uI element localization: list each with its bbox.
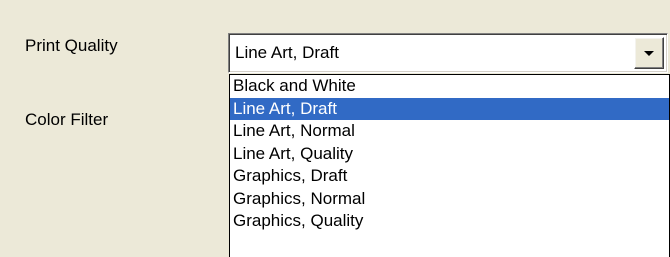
dropdown-option-black-and-white[interactable]: Black and White	[230, 75, 669, 98]
dropdown-option-line-art-draft[interactable]: Line Art, Draft	[230, 97, 669, 120]
dropdown-option-line-art-quality[interactable]: Line Art, Quality	[230, 143, 669, 166]
dropdown-button[interactable]	[634, 37, 664, 69]
dropdown-option-graphics-draft[interactable]: Graphics, Draft	[230, 165, 669, 188]
chevron-down-icon	[644, 51, 654, 56]
dropdown-option-graphics-normal[interactable]: Graphics, Normal	[230, 188, 669, 211]
dropdown-option-line-art-normal[interactable]: Line Art, Normal	[230, 120, 669, 143]
color-filter-label: Color Filter	[25, 110, 109, 129]
print-quality-selected-value: Line Art, Draft	[235, 43, 339, 62]
print-quality-combobox[interactable]: Line Art, Draft	[228, 33, 668, 73]
print-quality-label: Print Quality	[25, 36, 118, 55]
dropdown-option-graphics-quality[interactable]: Graphics, Quality	[230, 210, 669, 233]
print-quality-dropdown-list[interactable]: Black and White Line Art, Draft Line Art…	[229, 74, 670, 257]
